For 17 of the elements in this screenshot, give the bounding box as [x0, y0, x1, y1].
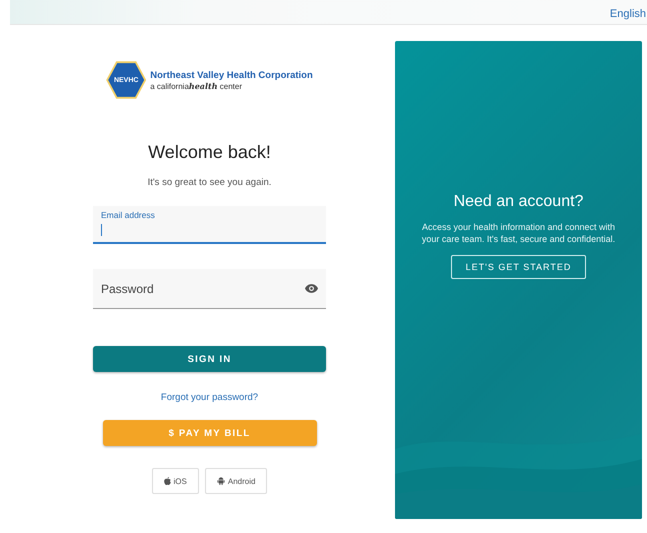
sign-in-button[interactable]: SIGN IN — [93, 346, 326, 372]
get-started-button[interactable]: LET'S GET STARTED — [450, 255, 586, 279]
android-button[interactable]: Android — [204, 468, 268, 494]
signup-title: Need an account? — [454, 193, 584, 211]
apple-icon — [164, 477, 171, 485]
eye-icon[interactable] — [305, 284, 318, 293]
language-link[interactable]: English — [610, 8, 647, 24]
android-icon — [216, 477, 225, 485]
logo-tagline: a californiahealth center — [150, 80, 243, 90]
welcome-title: Welcome back! — [148, 142, 271, 163]
forgot-password-link[interactable]: Forgot your password? — [160, 392, 258, 403]
signup-description: Access your health information and connect with your care team. It's fast, secure and confidential. — [420, 221, 616, 245]
ios-button[interactable]: iOS — [152, 468, 199, 494]
password-field[interactable]: Password — [93, 269, 326, 309]
organization-name: Northeast Valley Health Corporation — [150, 70, 313, 80]
email-field[interactable]: Email address — [93, 206, 326, 244]
welcome-subtitle: It's so great to see you again. — [148, 177, 272, 188]
